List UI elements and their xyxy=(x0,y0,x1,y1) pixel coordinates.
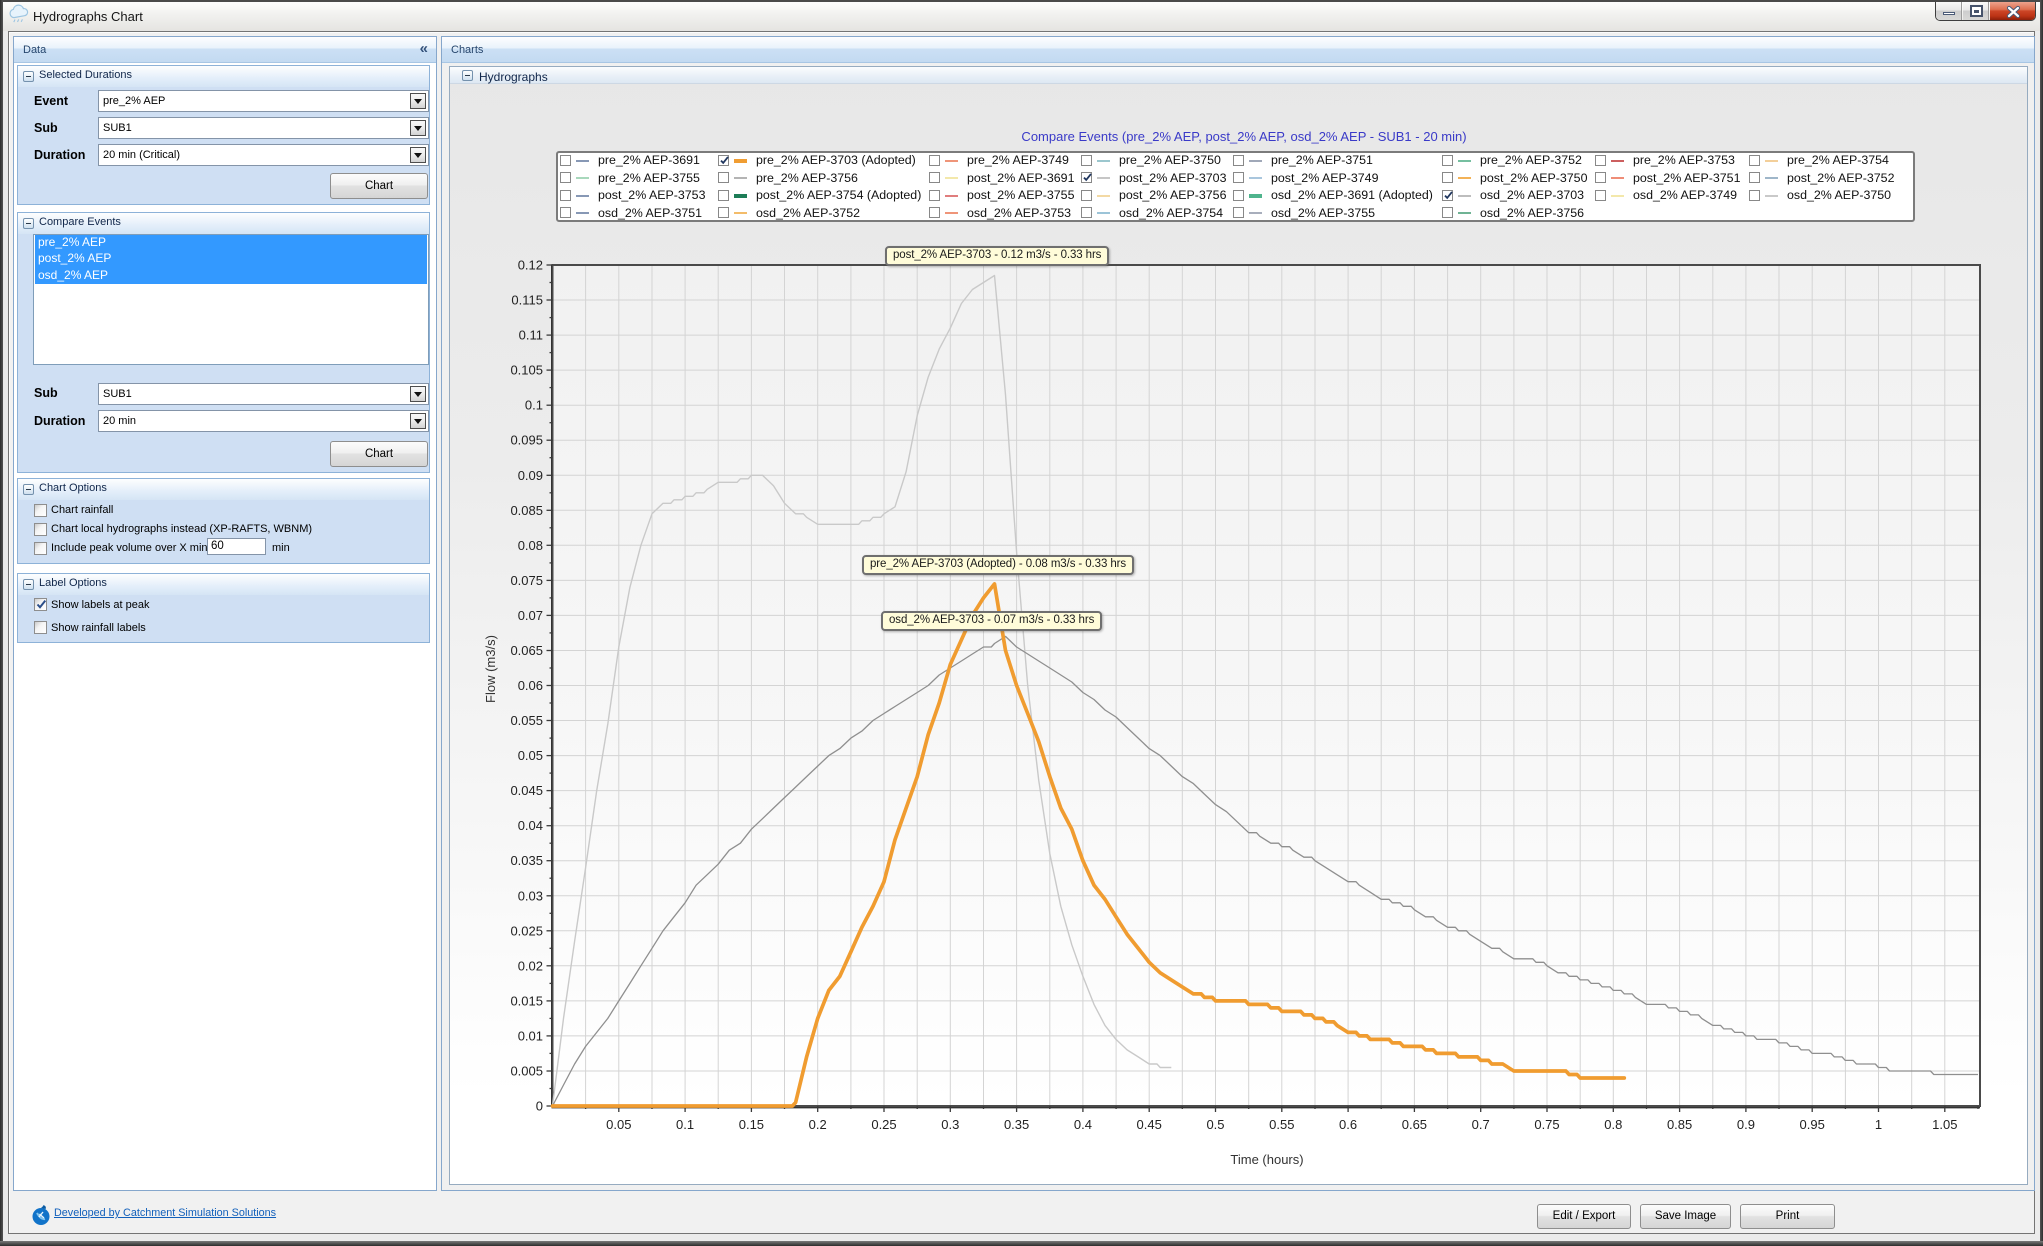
svg-text:0.9: 0.9 xyxy=(1737,1117,1755,1132)
svg-text:0.05: 0.05 xyxy=(518,748,543,763)
svg-text:Flow (m3/s): Flow (m3/s) xyxy=(483,635,498,703)
svg-text:0.115: 0.115 xyxy=(511,293,543,308)
svg-text:0.1: 0.1 xyxy=(525,398,543,413)
svg-text:0.5: 0.5 xyxy=(1206,1117,1224,1132)
svg-text:0.01: 0.01 xyxy=(518,1028,543,1043)
svg-text:0.8: 0.8 xyxy=(1604,1117,1622,1132)
svg-text:0.075: 0.075 xyxy=(510,573,543,588)
svg-text:0.055: 0.055 xyxy=(510,713,543,728)
svg-text:0.12: 0.12 xyxy=(518,258,543,273)
svg-text:1: 1 xyxy=(1875,1117,1882,1132)
svg-text:0.11: 0.11 xyxy=(519,328,543,343)
svg-text:0.04: 0.04 xyxy=(518,818,543,833)
svg-text:0.105: 0.105 xyxy=(510,363,543,378)
svg-text:0: 0 xyxy=(536,1099,543,1114)
svg-text:0.015: 0.015 xyxy=(510,993,543,1008)
svg-text:0.045: 0.045 xyxy=(510,783,543,798)
svg-text:1.05: 1.05 xyxy=(1932,1117,1957,1132)
svg-text:0.85: 0.85 xyxy=(1667,1117,1692,1132)
svg-text:0.7: 0.7 xyxy=(1472,1117,1490,1132)
svg-text:0.75: 0.75 xyxy=(1534,1117,1559,1132)
svg-text:0.65: 0.65 xyxy=(1402,1117,1427,1132)
svg-text:0.03: 0.03 xyxy=(518,888,543,903)
svg-text:0.065: 0.065 xyxy=(510,643,543,658)
svg-text:0.035: 0.035 xyxy=(510,853,543,868)
svg-text:0.2: 0.2 xyxy=(809,1117,827,1132)
svg-text:0.95: 0.95 xyxy=(1800,1117,1825,1132)
svg-text:0.09: 0.09 xyxy=(518,468,543,483)
svg-text:0.05: 0.05 xyxy=(606,1117,631,1132)
svg-text:Time (hours): Time (hours) xyxy=(1230,1152,1303,1167)
svg-text:0.45: 0.45 xyxy=(1137,1117,1162,1132)
svg-text:0.08: 0.08 xyxy=(518,538,543,553)
svg-text:0.005: 0.005 xyxy=(510,1064,543,1079)
svg-text:0.6: 0.6 xyxy=(1339,1117,1357,1132)
svg-text:0.095: 0.095 xyxy=(510,433,543,448)
svg-text:0.02: 0.02 xyxy=(518,958,543,973)
svg-text:0.085: 0.085 xyxy=(510,503,543,518)
svg-text:0.025: 0.025 xyxy=(510,923,543,938)
svg-text:0.06: 0.06 xyxy=(518,678,543,693)
svg-text:0.35: 0.35 xyxy=(1004,1117,1029,1132)
svg-text:0.3: 0.3 xyxy=(941,1117,959,1132)
svg-text:0.15: 0.15 xyxy=(739,1117,764,1132)
svg-text:0.07: 0.07 xyxy=(518,608,543,623)
svg-text:0.1: 0.1 xyxy=(676,1117,694,1132)
svg-text:0.4: 0.4 xyxy=(1074,1117,1092,1132)
svg-text:0.25: 0.25 xyxy=(871,1117,896,1132)
svg-text:0.55: 0.55 xyxy=(1269,1117,1294,1132)
